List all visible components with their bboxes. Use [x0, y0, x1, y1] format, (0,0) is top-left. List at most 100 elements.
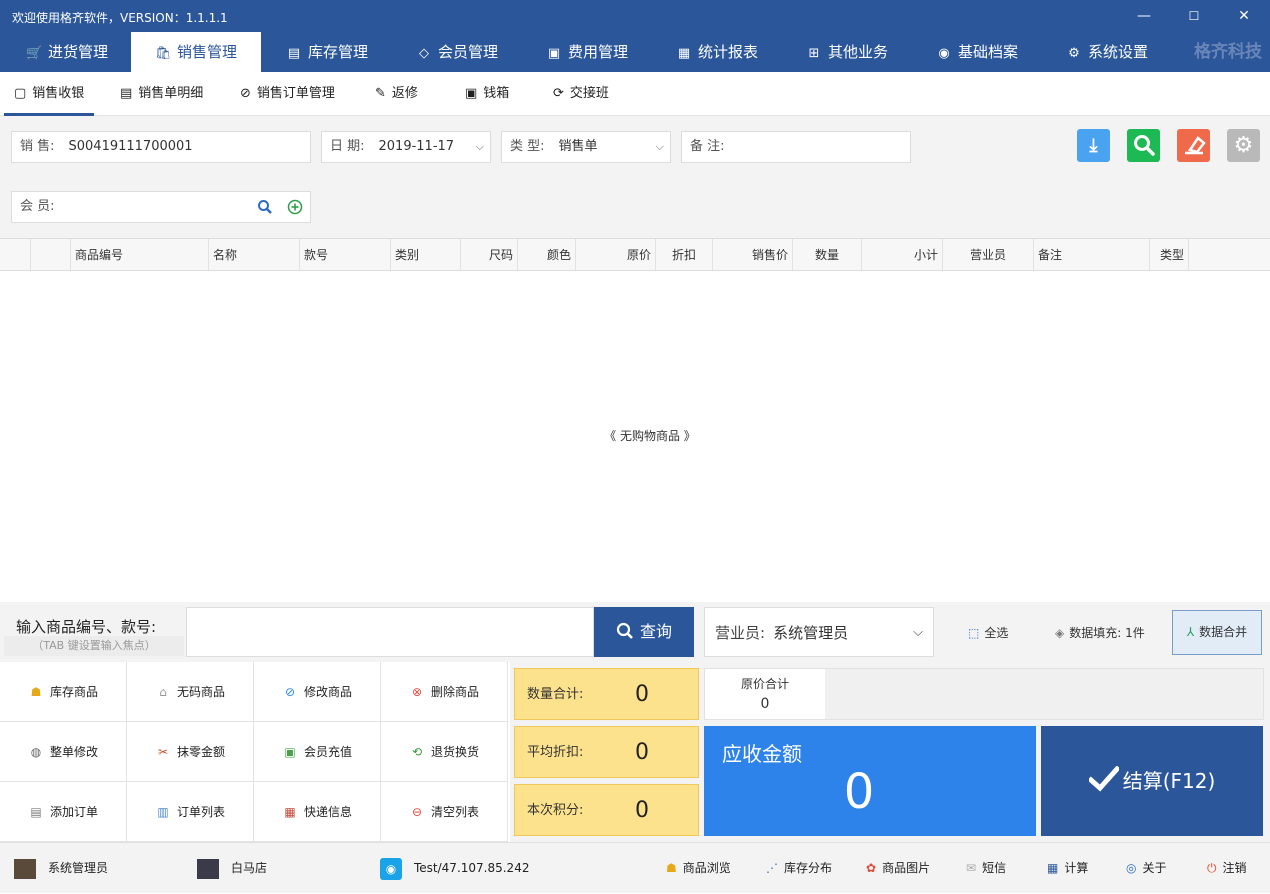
column-header[interactable]: 款号	[300, 239, 391, 271]
product-code-input[interactable]	[186, 607, 594, 657]
share-icon: ⋰	[766, 861, 778, 875]
nav-other[interactable]: ⊞ 其他业务	[806, 32, 888, 72]
action-label: 库存商品	[50, 685, 99, 699]
chevron-down-icon[interactable]: ⌵	[656, 132, 664, 162]
discount-label: 平均折扣:	[527, 745, 584, 760]
clear-icon: ⊖	[411, 805, 423, 819]
no-code-product-button[interactable]: ⌂ 无码商品	[127, 662, 254, 722]
data-fill-button[interactable]: ◈ 数据填充: 1件	[1055, 624, 1145, 641]
member-label: 会 员:	[20, 199, 55, 214]
nav-inventory[interactable]: ▤ 库存管理	[286, 32, 368, 72]
download-button[interactable]: ⤓	[1077, 129, 1110, 162]
column-header[interactable]: 折扣	[656, 239, 713, 271]
order-list-button[interactable]: ▥ 订单列表	[127, 782, 254, 842]
clerk-select[interactable]: 营业员: 系统管理员 ⌵	[704, 607, 934, 657]
return-exchange-button[interactable]: ⟲ 退货换货	[381, 722, 508, 782]
clear-list-button[interactable]: ⊖ 清空列表	[381, 782, 508, 842]
column-header[interactable]: 颜色	[518, 239, 576, 271]
action-label: 抹零金额	[177, 745, 226, 759]
maximize-button[interactable]: ☐	[1182, 4, 1206, 28]
eraser-button[interactable]	[1177, 129, 1210, 162]
avatar	[14, 858, 36, 879]
select-icon: ⬚	[968, 626, 980, 640]
tab-label: 交接班	[569, 86, 609, 101]
member-recharge-button[interactable]: ▣ 会员充值	[254, 722, 381, 782]
warehouse-icon: ▤	[287, 46, 301, 61]
diamond-icon: ◇	[419, 46, 429, 61]
input-label: 输入商品编号、款号:	[16, 618, 157, 636]
add-order-button[interactable]: ▤ 添加订单	[0, 782, 127, 842]
action-label: 清空列表	[431, 805, 480, 819]
calculator-button[interactable]: ▦ 计算	[1047, 843, 1088, 894]
wrench-icon: ✎	[375, 86, 386, 101]
tag-icon: ⌂	[159, 685, 167, 699]
search-button[interactable]	[1127, 129, 1160, 162]
column-header[interactable]: 营业员	[943, 239, 1034, 271]
column-header[interactable]: 原价	[576, 239, 656, 271]
tab-sales-detail[interactable]: ▤ 销售单明细	[120, 72, 203, 116]
tab-cashbox[interactable]: ▣ 钱箱	[465, 72, 509, 116]
round-off-button[interactable]: ✂ 抹零金额	[127, 722, 254, 782]
member-field[interactable]: 会 员:	[11, 191, 311, 223]
nav-label: 库存管理	[308, 43, 369, 61]
info-icon: ◎	[1126, 861, 1137, 875]
about-button[interactable]: ◎ 关于	[1126, 843, 1167, 894]
search-icon[interactable]	[257, 199, 273, 215]
action-label: 整单修改	[50, 745, 99, 759]
tab-sales-order[interactable]: ⊘ 销售订单管理	[240, 72, 335, 116]
column-header[interactable]: 商品编号	[71, 239, 209, 271]
edit-order-button[interactable]: ◍ 整单修改	[0, 722, 127, 782]
edit-product-button[interactable]: ⊘ 修改商品	[254, 662, 381, 722]
data-merge-button[interactable]: ⅄ 数据合并	[1172, 610, 1262, 655]
merge-icon: ⅄	[1186, 625, 1195, 639]
logout-button[interactable]: ⏻ 注销	[1207, 843, 1247, 894]
column-header[interactable]: 尺码	[461, 239, 518, 271]
action-label: 会员充值	[304, 745, 353, 759]
note-field[interactable]: 备 注:	[681, 131, 911, 163]
column-header[interactable]: 小计	[862, 239, 943, 271]
nav-sales[interactable]: 🛍 销售管理	[131, 32, 261, 72]
nav-member[interactable]: ◇ 会员管理	[416, 32, 498, 72]
select-all-button[interactable]: ⬚ 全选	[968, 624, 1008, 641]
column-header[interactable]: 类别	[391, 239, 461, 271]
nav-report[interactable]: ▦ 统计报表	[676, 32, 758, 72]
express-icon: ▦	[284, 805, 296, 819]
settings-button[interactable]: ⚙	[1227, 129, 1260, 162]
nav-archive[interactable]: ◉ 基础档案	[936, 32, 1018, 72]
tab-sales-checkout[interactable]: ▢ 销售收银	[4, 72, 95, 116]
date-field[interactable]: 日 期: 2019-11-17 ⌵	[321, 131, 491, 163]
type-select[interactable]: 类 型: 销售单 ⌵	[501, 131, 671, 163]
store-avatar	[197, 858, 219, 879]
column-header[interactable]: 数量	[793, 239, 862, 271]
column-header[interactable]: 类型	[1150, 239, 1189, 271]
column-header[interactable]: 备注	[1034, 239, 1150, 271]
current-user: 系统管理员	[14, 843, 108, 894]
add-order-icon: ▤	[30, 805, 42, 819]
due-label: 应收金额	[722, 742, 802, 766]
delete-product-button[interactable]: ⊗ 删除商品	[381, 662, 508, 722]
express-info-button[interactable]: ▦ 快递信息	[254, 782, 381, 842]
stock-products-button[interactable]: ☗ 库存商品	[0, 662, 127, 722]
tab-repair[interactable]: ✎ 返修	[375, 72, 418, 116]
tab-shift[interactable]: ⟳ 交接班	[553, 72, 609, 116]
browse-products-button[interactable]: ☗ 商品浏览	[666, 843, 731, 894]
column-header[interactable]: 销售价	[713, 239, 793, 271]
fill-label: 数据填充:	[1069, 626, 1122, 640]
query-button[interactable]: 查询	[594, 607, 694, 657]
chevron-down-icon[interactable]: ⌵	[476, 132, 484, 162]
nav-settings[interactable]: ⚙ 系统设置	[1066, 32, 1148, 72]
checkout-button[interactable]: 结算(F12)	[1041, 726, 1263, 836]
nav-expense[interactable]: ▣ 费用管理	[546, 32, 628, 72]
column-header[interactable]: 名称	[209, 239, 300, 271]
close-button[interactable]: ✕	[1232, 4, 1256, 28]
action-label: 无码商品	[177, 685, 226, 699]
sale-no-field[interactable]: 销 售: S00419111700001	[11, 131, 311, 163]
minimize-button[interactable]: —	[1132, 4, 1156, 28]
product-images-button[interactable]: ✿ 商品图片	[866, 843, 930, 894]
sms-button[interactable]: ✉ 短信	[966, 843, 1006, 894]
nav-purchase[interactable]: 🛒 进货管理	[26, 32, 108, 72]
date-value: 2019-11-17	[378, 139, 455, 154]
add-member-icon[interactable]	[287, 199, 303, 215]
stock-distribution-button[interactable]: ⋰ 库存分布	[766, 843, 832, 894]
nav-label: 系统设置	[1088, 43, 1149, 61]
